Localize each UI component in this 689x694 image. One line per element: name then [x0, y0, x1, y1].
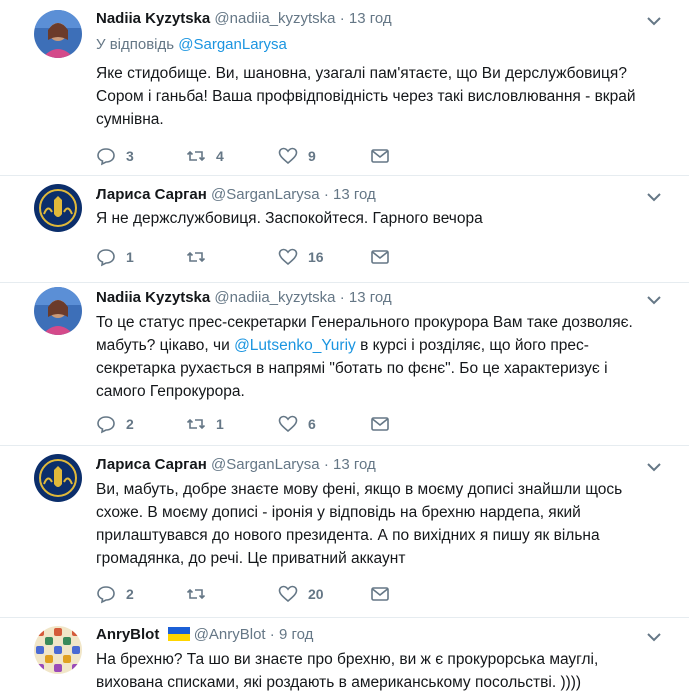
caret-down-icon[interactable]	[645, 291, 663, 309]
user-handle[interactable]: @nadiia_kyzytska	[214, 289, 335, 306]
timestamp[interactable]: 13 год	[349, 289, 392, 306]
message-button[interactable]	[370, 246, 390, 268]
retweet-button[interactable]: 1	[186, 413, 224, 435]
tweet-text: То це статус прес-секретарки Генеральног…	[96, 311, 656, 403]
like-button[interactable]: 16	[278, 246, 324, 268]
reply-count: 3	[126, 148, 134, 164]
mention-link[interactable]: @Lutsenko_Yuriy	[234, 337, 356, 354]
retweet-icon	[186, 251, 206, 263]
message-icon	[371, 250, 389, 264]
display-name[interactable]: Лариса Сарган	[96, 186, 207, 203]
user-handle[interactable]: @nadiia_kyzytska	[214, 10, 335, 27]
tweet-5[interactable]: AnryBlot @AnryBlot · 9 год На брехню? Та…	[0, 618, 689, 694]
display-name[interactable]: Nadiia Kyzytska	[96, 10, 210, 27]
display-name[interactable]: AnryBlot	[96, 626, 159, 643]
tweet-2[interactable]: Лариса Сарган @SarganLarysa · 13 год Я н…	[0, 176, 689, 283]
tweet-text: Я не держслужбовиця. Заспокойтеся. Гарно…	[96, 210, 483, 227]
like-button[interactable]: 6	[278, 413, 316, 435]
like-button[interactable]: 9	[278, 145, 316, 167]
tweet-header: Nadiia Kyzytska @nadiia_kyzytska · 13 го…	[96, 10, 392, 27]
reply-button[interactable]: 3	[96, 145, 134, 167]
tweet-header: AnryBlot @AnryBlot · 9 год	[96, 626, 313, 643]
tweet-1[interactable]: Nadiia Kyzytska @nadiia_kyzytska · 13 го…	[0, 0, 689, 176]
separator: ·	[339, 289, 345, 306]
retweet-count: 1	[216, 416, 224, 432]
like-count: 9	[308, 148, 316, 164]
retweet-icon	[186, 150, 206, 162]
reply-icon	[97, 148, 115, 166]
reply-handle-link[interactable]: @SarganLarysa	[178, 36, 287, 53]
retweet-button[interactable]	[186, 246, 216, 268]
reply-count: 2	[126, 416, 134, 432]
reply-icon	[97, 249, 115, 267]
display-name[interactable]: Лариса Сарган	[96, 456, 207, 473]
like-count: 20	[308, 586, 324, 602]
retweet-icon	[186, 588, 206, 600]
separator: ·	[323, 456, 329, 473]
timestamp[interactable]: 13 год	[333, 186, 376, 203]
reply-prefix: У відповідь	[96, 36, 175, 53]
message-button[interactable]	[370, 413, 390, 435]
message-button[interactable]	[370, 145, 390, 167]
separator: ·	[339, 10, 345, 27]
reply-icon	[97, 416, 115, 434]
reply-count: 2	[126, 586, 134, 602]
caret-down-icon[interactable]	[645, 628, 663, 646]
message-icon	[371, 149, 389, 163]
like-count: 16	[308, 249, 324, 265]
avatar[interactable]	[34, 287, 82, 335]
tweet-text: Ви, мабуть, добре знаєте мову фені, якщо…	[96, 481, 623, 567]
like-icon	[278, 147, 298, 165]
message-icon	[371, 417, 389, 431]
message-icon	[371, 587, 389, 601]
timestamp[interactable]: 13 год	[349, 10, 392, 27]
tweet-text: Яке стидобище. Ви, шановна, узагалі пам'…	[96, 65, 636, 128]
reply-button[interactable]: 2	[96, 413, 134, 435]
tweet-text: На брехню? Та шо ви знаєте про брехню, в…	[96, 651, 599, 691]
caret-down-icon[interactable]	[645, 458, 663, 476]
caret-down-icon[interactable]	[645, 12, 663, 30]
reply-button[interactable]: 1	[96, 246, 134, 268]
avatar[interactable]	[34, 184, 82, 232]
reply-icon	[97, 586, 115, 604]
like-icon	[278, 415, 298, 433]
avatar[interactable]	[34, 10, 82, 58]
display-name[interactable]: Nadiia Kyzytska	[96, 289, 210, 306]
separator: ·	[269, 626, 275, 643]
reply-context: У відповідь @SarganLarysa	[96, 36, 287, 53]
retweet-button[interactable]	[186, 583, 216, 605]
like-count: 6	[308, 416, 316, 432]
like-icon	[278, 248, 298, 266]
user-handle[interactable]: @SarganLarysa	[211, 186, 320, 203]
separator: ·	[323, 186, 329, 203]
avatar[interactable]	[34, 626, 82, 674]
timestamp[interactable]: 9 год	[279, 626, 313, 643]
tweet-4[interactable]: Лариса Сарган @SarganLarysa · 13 год Ви,…	[0, 446, 689, 618]
like-icon	[278, 585, 298, 603]
retweet-button[interactable]: 4	[186, 145, 224, 167]
reply-button[interactable]: 2	[96, 583, 134, 605]
like-button[interactable]: 20	[278, 583, 324, 605]
message-button[interactable]	[370, 583, 390, 605]
reply-count: 1	[126, 249, 134, 265]
user-handle[interactable]: @SarganLarysa	[211, 456, 320, 473]
retweet-icon	[186, 418, 206, 430]
timestamp[interactable]: 13 год	[333, 456, 376, 473]
tweet-header: Nadiia Kyzytska @nadiia_kyzytska · 13 го…	[96, 289, 392, 306]
ukraine-flag-icon	[167, 627, 190, 641]
tweet-3[interactable]: Nadiia Kyzytska @nadiia_kyzytska · 13 го…	[0, 283, 689, 446]
tweet-header: Лариса Сарган @SarganLarysa · 13 год	[96, 456, 376, 473]
tweet-header: Лариса Сарган @SarganLarysa · 13 год	[96, 186, 376, 203]
retweet-count: 4	[216, 148, 224, 164]
avatar[interactable]	[34, 454, 82, 502]
caret-down-icon[interactable]	[645, 188, 663, 206]
user-handle[interactable]: @AnryBlot	[194, 626, 266, 643]
